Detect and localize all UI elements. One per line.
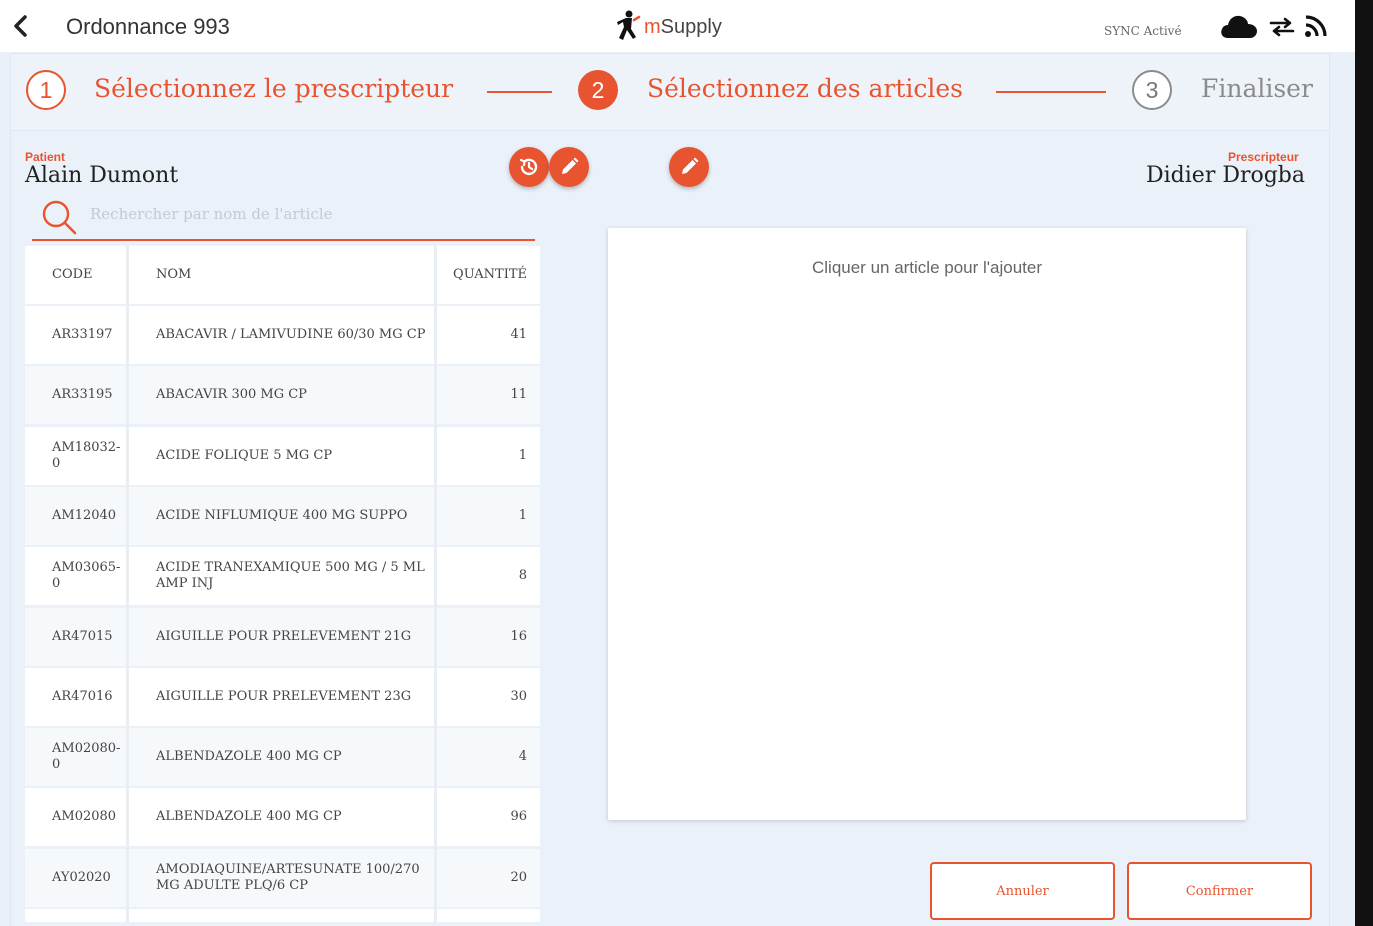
item-name: ACIDE NIFLUMIQUE 400 MG SUPPO xyxy=(156,507,408,523)
step-1-circle[interactable]: 1 xyxy=(26,70,66,110)
top-bar: Ordonnance 993 mSupply SYNC Activé xyxy=(0,0,1355,52)
item-name: ALBENDAZOLE 400 MG CP xyxy=(156,809,342,825)
search-underline xyxy=(32,239,535,241)
running-figure-icon xyxy=(617,10,641,40)
patient-history-button[interactable] xyxy=(509,147,549,187)
table-row[interactable]: AM12040 ACIDE NIFLUMIQUE 400 MG SUPPO 1 xyxy=(25,486,540,545)
item-quantity xyxy=(435,909,527,922)
item-name: ACIDE FOLIQUE 5 MG CP xyxy=(156,447,333,463)
rss-icon[interactable] xyxy=(1304,14,1328,38)
chevron-left-icon[interactable] xyxy=(10,12,32,40)
step-3-circle[interactable]: 3 xyxy=(1132,70,1172,110)
item-quantity: 1 xyxy=(518,447,527,463)
swap-arrows-icon[interactable] xyxy=(1269,17,1295,37)
pencil-icon xyxy=(682,157,699,174)
pencil-icon xyxy=(562,157,579,174)
item-quantity: 8 xyxy=(518,568,527,584)
step-connector xyxy=(487,91,552,93)
brand-logo: mSupply xyxy=(614,9,722,45)
cloud-icon[interactable] xyxy=(1219,12,1259,40)
page-title: Ordonnance 993 xyxy=(66,14,230,39)
confirm-button[interactable]: Confirmer xyxy=(1127,862,1312,920)
item-code: AY02020 xyxy=(52,869,111,885)
item-name: AIGUILLE POUR PRELEVEMENT 23G xyxy=(156,688,412,704)
step-2-circle[interactable]: 2 xyxy=(578,70,618,110)
selected-items-panel: Cliquer un article pour l'ajouter xyxy=(608,228,1246,820)
item-name: AMODIAQUINE/ARTESUNATE 100/270 xyxy=(156,909,436,922)
table-row[interactable]: AM03065-0 ACIDE TRANEXAMIQUE 500 MG / 5 M… xyxy=(25,547,540,606)
prescriber-name: Didier Drogba xyxy=(1146,163,1306,188)
table-row[interactable]: AR47015 AIGUILLE POUR PRELEVEMENT 21G 16 xyxy=(25,607,540,666)
item-code: AM03065-0 xyxy=(52,560,121,592)
window-edge xyxy=(1355,0,1373,926)
column-divider xyxy=(126,246,129,922)
item-quantity: 11 xyxy=(510,387,527,403)
item-quantity: 1 xyxy=(518,507,527,523)
step-3-label[interactable]: Finaliser xyxy=(1201,74,1313,103)
item-quantity: 4 xyxy=(518,749,527,765)
column-divider xyxy=(434,246,437,922)
item-table: CODE NOM QUANTITÉ AR33197 ABACAVIR / LAMI… xyxy=(25,246,540,922)
table-row[interactable]: AM02080 ALBENDAZOLE 400 MG CP 96 xyxy=(25,788,540,847)
patient-name: Alain Dumont xyxy=(25,163,179,188)
item-code: AR33197 xyxy=(52,327,113,342)
step-indicator: 1 Sélectionnez le prescripteur 2 Sélecti… xyxy=(10,53,1330,131)
item-quantity: 96 xyxy=(510,809,527,825)
sync-status: SYNC Activé xyxy=(1104,24,1182,38)
item-code xyxy=(52,909,127,922)
cancel-button[interactable]: Annuler xyxy=(930,862,1115,920)
search-input[interactable] xyxy=(90,200,530,228)
item-code: AM02080-0 xyxy=(52,741,121,773)
edit-patient-button[interactable] xyxy=(549,147,589,187)
table-row[interactable]: AY02020 AMODIAQUINE/ARTESUNATE 100/270 MG… xyxy=(25,848,540,907)
prescriber-label: Prescripteur xyxy=(1228,150,1299,164)
step-1-label[interactable]: Sélectionnez le prescripteur xyxy=(94,74,453,103)
column-header-quantity[interactable]: QUANTITÉ xyxy=(435,246,527,304)
app-window: Ordonnance 993 mSupply SYNC Activé 1 Sél… xyxy=(0,0,1355,926)
brand-name: mSupply xyxy=(644,15,722,38)
item-quantity: 20 xyxy=(510,869,527,885)
history-icon xyxy=(519,158,538,176)
item-code: AR33195 xyxy=(52,387,113,403)
item-quantity: 30 xyxy=(510,688,527,704)
column-header-code[interactable]: CODE xyxy=(52,246,127,304)
item-quantity: 16 xyxy=(510,628,527,644)
item-code: AM12040 xyxy=(52,507,117,523)
edit-prescriber-button[interactable] xyxy=(669,147,709,187)
table-row[interactable]: AR33195 ABACAVIR 300 MG CP 11 xyxy=(25,366,540,425)
item-code: AR47016 xyxy=(52,688,113,704)
item-name: ABACAVIR 300 MG CP xyxy=(156,387,307,403)
table-row[interactable]: AM18032-0 ACIDE FOLIQUE 5 MG CP 1 xyxy=(25,426,540,485)
table-row[interactable]: AM02080-0 ALBENDAZOLE 400 MG CP 4 xyxy=(25,728,540,787)
item-name: AIGUILLE POUR PRELEVEMENT 21G xyxy=(156,628,412,644)
item-code: AR47015 xyxy=(52,628,113,644)
column-header-name[interactable]: NOM xyxy=(156,246,436,304)
item-name: AMODIAQUINE/ARTESUNATE 100/270 MG ADULTE… xyxy=(156,861,420,893)
table-header-row: CODE NOM QUANTITÉ xyxy=(25,246,540,304)
patient-label: Patient xyxy=(25,150,66,164)
item-name: ABACAVIR / LAMIVUDINE 60/30 MG CP xyxy=(156,327,426,342)
table-row[interactable]: AR33197 ABACAVIR / LAMIVUDINE 60/30 MG CP… xyxy=(25,306,540,364)
item-name: ACIDE TRANEXAMIQUE 500 MG / 5 ML AMP INJ xyxy=(156,560,425,592)
panel-empty-message: Cliquer un article pour l'ajouter xyxy=(811,258,1043,277)
step-2-label[interactable]: Sélectionnez des articles xyxy=(647,74,963,103)
step-connector xyxy=(996,91,1106,93)
item-name: ALBENDAZOLE 400 MG CP xyxy=(156,749,342,765)
item-code: AM02080 xyxy=(52,809,117,825)
item-code: AM18032-0 xyxy=(52,439,121,471)
item-quantity: 41 xyxy=(510,327,527,342)
search-icon xyxy=(42,200,77,235)
table-row[interactable]: AMODIAQUINE/ARTESUNATE 100/270 xyxy=(25,909,540,922)
table-row[interactable]: AR47016 AIGUILLE POUR PRELEVEMENT 23G 30 xyxy=(25,667,540,726)
